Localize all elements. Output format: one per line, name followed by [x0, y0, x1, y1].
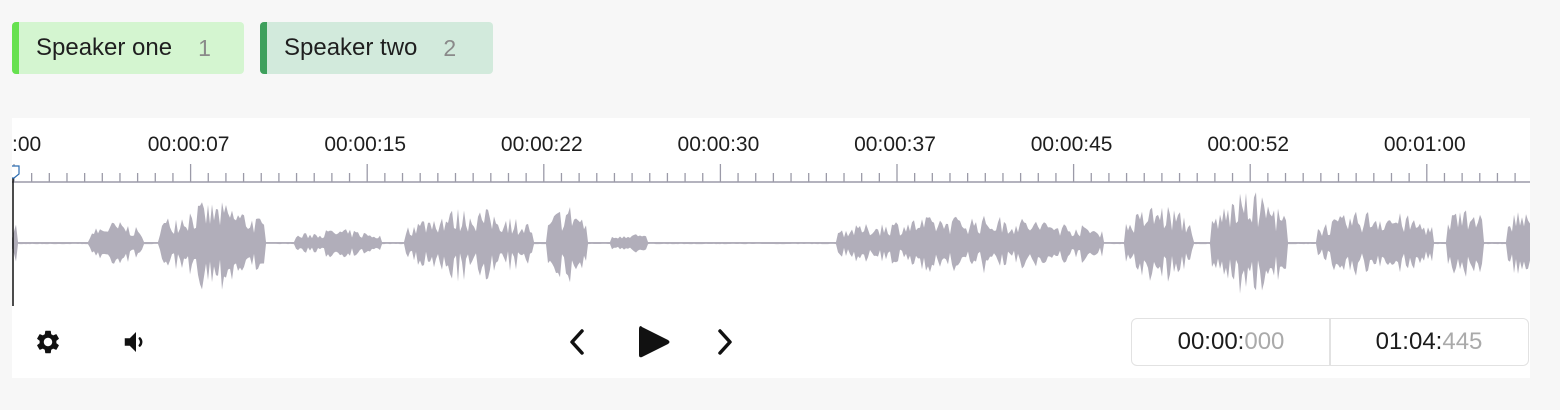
- tick-label: :00: [12, 133, 41, 156]
- duration-main: 01:04:: [1375, 328, 1443, 355]
- previous-button[interactable]: [562, 324, 594, 360]
- tick-label: 00:00:30: [678, 133, 760, 156]
- timeline-svg[interactable]: :00 00:00:07 00:00:15 00:00:22 00:00:30 00:00…: [12, 118, 1530, 306]
- player-controls: 00:00: 000 01:04: 445: [12, 306, 1530, 378]
- tick-label: 00:00:52: [1207, 133, 1289, 156]
- current-time-ms: 000: [1244, 328, 1285, 355]
- chevron-left-icon: [570, 329, 584, 355]
- waveform[interactable]: [12, 192, 1530, 294]
- tick-label: 00:01:00: [1384, 133, 1466, 156]
- volume-icon: [124, 332, 143, 352]
- chevron-right-icon: [718, 329, 732, 355]
- tick-label: 00:00:45: [1031, 133, 1113, 156]
- tick-label: 00:00:15: [324, 133, 406, 156]
- label-hotkey: 2: [443, 34, 457, 61]
- label-color-bar: [260, 22, 267, 74]
- duration-ms: 445: [1442, 328, 1483, 355]
- current-time-main: 00:00:: [1177, 328, 1245, 355]
- current-time-display: 00:00: 000: [1131, 318, 1331, 366]
- play-icon: [639, 326, 670, 358]
- label-name: Speaker one: [36, 34, 173, 61]
- volume-button[interactable]: [118, 324, 154, 360]
- play-button[interactable]: [632, 320, 676, 364]
- tick-label: 00:00:37: [854, 133, 936, 156]
- label-name: Speaker two: [284, 34, 418, 61]
- label-color-bar: [12, 22, 19, 74]
- timeline-tick-labels: :00 00:00:07 00:00:15 00:00:22 00:00:30 00:00…: [12, 133, 1466, 156]
- labels-bar: Speaker one 1 Speaker two 2: [12, 22, 493, 74]
- timeline-ruler: [13, 164, 1516, 182]
- label-speaker-two[interactable]: Speaker two 2: [260, 22, 493, 74]
- next-button[interactable]: [708, 324, 740, 360]
- audio-timeline[interactable]: :00 00:00:07 00:00:15 00:00:22 00:00:30 00:00…: [12, 118, 1530, 306]
- gear-icon: [37, 330, 59, 354]
- label-hotkey: 1: [198, 34, 211, 61]
- label-speaker-one[interactable]: Speaker one 1: [12, 22, 244, 74]
- settings-button[interactable]: [30, 324, 66, 360]
- playhead-handle[interactable]: [12, 165, 20, 179]
- tick-label: 00:00:07: [148, 133, 230, 156]
- tick-label: 00:00:22: [501, 133, 583, 156]
- duration-display: 01:04: 445: [1329, 318, 1529, 366]
